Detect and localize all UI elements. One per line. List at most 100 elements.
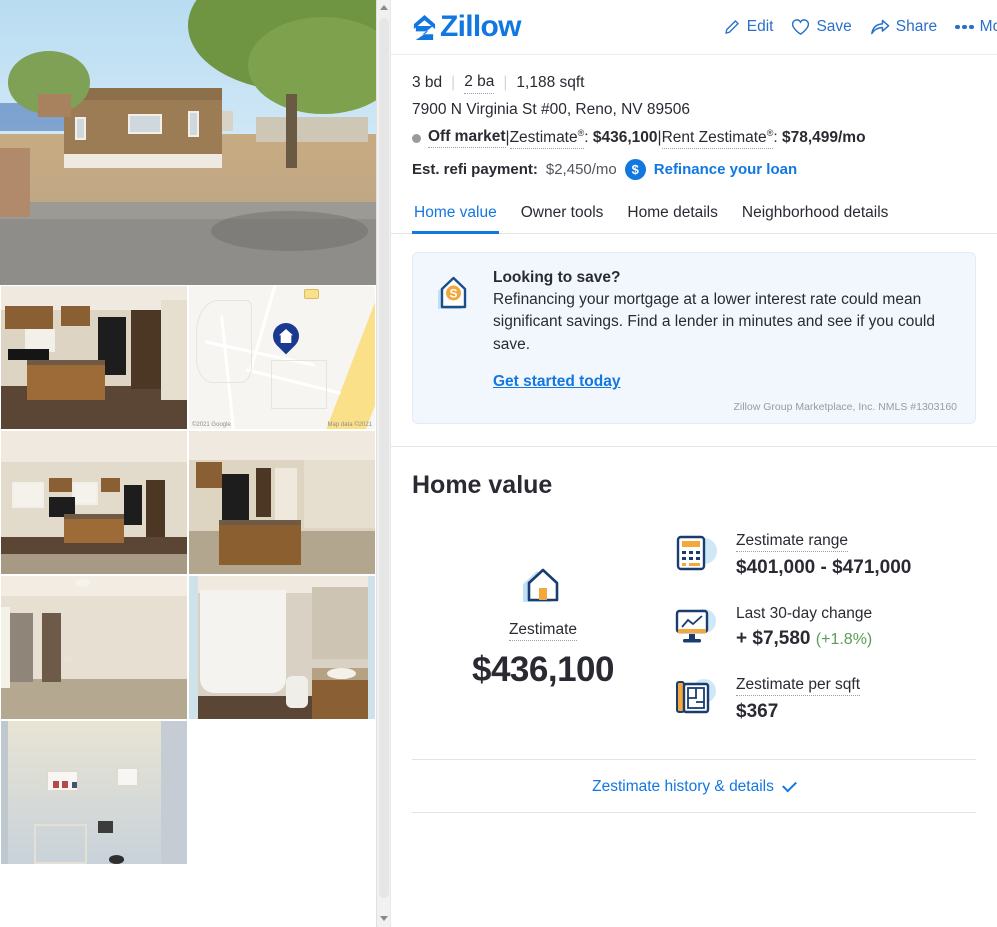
stat-label-30-day-change: Last 30-day change <box>736 605 873 623</box>
promo-title: Looking to save? <box>493 268 621 286</box>
calculator-icon <box>676 535 717 571</box>
tab-neighborhood-details[interactable]: Neighborhood details <box>740 196 891 233</box>
property-facts: 3 bd | 2 ba | 1,188 sqft 7900 N Virginia… <box>391 55 997 180</box>
detail-header: Zillow Edit Save Share M <box>391 0 997 55</box>
home-pin-icon <box>267 317 305 355</box>
gallery-photo-bedroom[interactable] <box>0 575 188 720</box>
home-value-section: Home value Zestimate $436,100 Zestimate … <box>391 447 997 814</box>
refinance-link[interactable]: Refinance your loan <box>654 161 797 178</box>
stat-text: Zestimate range $401,000 - $471,000 <box>736 532 911 579</box>
stat-text: Last 30-day change + $7,580 (+1.8%) <box>736 605 872 650</box>
ellipsis-icon <box>955 24 974 30</box>
house-icon <box>523 568 559 603</box>
gallery-photo-living-kitchen[interactable] <box>0 430 188 575</box>
refinance-promo-section: S Looking to save? Refinancing your mort… <box>391 234 997 448</box>
gallery-thumbnail-grid: ©2021 Google Map data ©2021 <box>0 285 376 865</box>
refi-label: Est. refi payment: <box>412 160 538 178</box>
bed-bath-sqft-row: 3 bd | 2 ba | 1,188 sqft <box>412 73 976 94</box>
stat-label-zestimate-range[interactable]: Zestimate range <box>736 532 848 553</box>
baths-value[interactable]: 2 ba <box>464 73 495 94</box>
stat-30-day-change: Last 30-day change + $7,580 (+1.8%) <box>674 605 976 650</box>
zestimate-history-link[interactable]: Zestimate history & details <box>592 777 797 796</box>
photo-gallery-pane: ©2021 Google Map data ©2021 <box>0 0 390 927</box>
gallery-photo-bathroom[interactable] <box>188 575 376 720</box>
stat-icon-wrap <box>674 676 718 718</box>
home-value-stats: Zestimate range $401,000 - $471,000 Last… <box>674 526 976 749</box>
photo-art <box>0 0 376 285</box>
stat-value-30-day-change: + $7,580 (+1.8%) <box>736 628 872 650</box>
zestimate-amount: $436,100 <box>592 129 658 147</box>
promo-disclaimer: Zillow Group Marketplace, Inc. NMLS #130… <box>733 401 957 414</box>
stat-label-zestimate-per-sqft[interactable]: Zestimate per sqft <box>736 676 861 697</box>
share-button[interactable]: Share <box>870 18 937 36</box>
zestimate-label[interactable]: Zestimate <box>508 621 578 642</box>
gallery-scrollbar[interactable] <box>376 0 390 927</box>
zestimate-term[interactable]: Zestimate® <box>509 127 585 149</box>
promo-body: Looking to save? Refinancing your mortga… <box>493 269 957 413</box>
promo-text: Refinancing your mortgage at a lower int… <box>493 290 935 353</box>
map-credit-left: ©2021 Google <box>192 422 231 428</box>
section-divider <box>412 812 976 814</box>
dollar-badge-icon: $ <box>624 158 646 180</box>
stat-value-zestimate-per-sqft: $367 <box>736 701 779 723</box>
tab-owner-tools[interactable]: Owner tools <box>519 196 606 233</box>
gallery-map-tile[interactable]: ©2021 Google Map data ©2021 <box>188 285 376 430</box>
photo-art <box>189 431 375 574</box>
refi-row: Est. refi payment: $2,450/mo $ Refinance… <box>412 158 976 180</box>
gallery-photo-exterior-front[interactable] <box>0 0 376 285</box>
zestimate-term-label: Zestimate <box>509 128 578 146</box>
stat-icon-wrap <box>674 605 718 647</box>
rent-zestimate-term[interactable]: Rent Zestimate® <box>661 127 774 149</box>
zestimate-big-value: $436,100 <box>472 650 614 690</box>
stat-zestimate-per-sqft: Zestimate per sqft $367 <box>674 676 976 723</box>
zestimate-colon: : <box>584 129 593 147</box>
rent-registered-mark: ® <box>766 127 774 138</box>
scroll-down-arrow-icon[interactable] <box>377 911 390 927</box>
more-button[interactable]: More <box>955 18 997 36</box>
detail-tabs: Home value Owner tools Home details Neig… <box>391 196 997 234</box>
refinance-promo-card: S Looking to save? Refinancing your mort… <box>412 251 976 425</box>
stat-text: Zestimate per sqft $367 <box>736 676 861 723</box>
sqft-value: 1,188 sqft <box>516 74 585 91</box>
zestimate-history-footer: Zestimate history & details <box>412 759 976 814</box>
share-label: Share <box>895 18 938 35</box>
svg-text:S: S <box>449 286 457 300</box>
change-percent: (+1.8%) <box>815 631 873 649</box>
edit-label: Edit <box>746 18 774 35</box>
zillow-logo-icon <box>413 14 436 40</box>
gallery-scroll-area[interactable]: ©2021 Google Map data ©2021 <box>0 0 376 927</box>
rent-zestimate-amount: $78,499/mo <box>781 129 866 147</box>
promo-icon-wrap: S <box>431 269 477 413</box>
save-label: Save <box>816 18 852 35</box>
gallery-photo-kitchen-island[interactable] <box>0 285 188 430</box>
zestimate-history-label: Zestimate history & details <box>592 778 774 796</box>
scroll-up-arrow-icon[interactable] <box>377 0 390 16</box>
monitor-chart-icon <box>675 609 716 643</box>
zillow-wordmark: Zillow <box>440 10 521 43</box>
refi-amount: $2,450/mo <box>545 160 617 178</box>
tab-home-details[interactable]: Home details <box>625 196 719 233</box>
gallery-photo-laundry-room[interactable] <box>0 720 188 865</box>
fact-divider: | <box>451 74 456 91</box>
zestimate-registered-mark: ® <box>577 127 585 138</box>
home-value-body: Zestimate $436,100 Zestimate range $401,… <box>412 526 976 749</box>
stat-value-zestimate-range: $401,000 - $471,000 <box>736 557 912 579</box>
change-amount: + $7,580 <box>736 628 811 650</box>
zillow-logo[interactable]: Zillow <box>412 12 521 42</box>
edit-button[interactable]: Edit <box>723 18 774 36</box>
beds-value: 3 bd <box>412 74 443 91</box>
stat-zestimate-range: Zestimate range $401,000 - $471,000 <box>674 532 976 579</box>
scrollbar-thumb[interactable] <box>379 18 389 898</box>
promo-cta-link[interactable]: Get started today <box>493 373 620 391</box>
zillow-property-page: ©2021 Google Map data ©2021 Zillow Edit … <box>0 0 997 927</box>
rent-colon: : <box>773 129 782 147</box>
rent-zestimate-term-label: Rent Zestimate <box>661 128 767 146</box>
tab-home-value[interactable]: Home value <box>412 196 499 234</box>
status-badge[interactable]: Off market <box>428 128 506 149</box>
heart-icon <box>792 19 810 35</box>
status-dot-icon <box>412 133 421 143</box>
fact-divider: | <box>503 74 508 91</box>
gallery-photo-living-room[interactable] <box>188 430 376 575</box>
save-button[interactable]: Save <box>791 18 852 36</box>
zestimate-column: Zestimate $436,100 <box>412 526 674 749</box>
